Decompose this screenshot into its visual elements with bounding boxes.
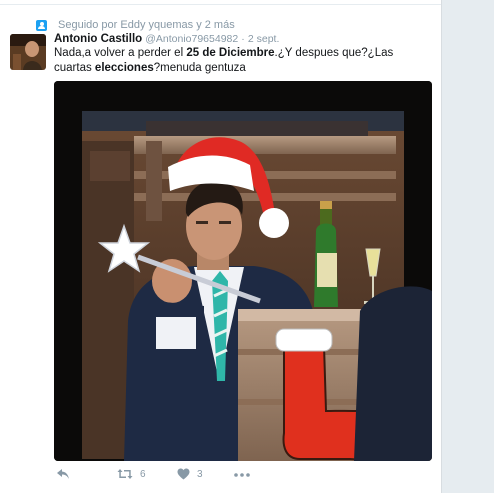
divider (0, 0, 441, 5)
author-name[interactable]: Antonio Castillo (54, 33, 142, 45)
tweet-text-part: Nada,a volver a perder el (54, 47, 187, 59)
author-handle[interactable]: @Antonio79654982 (145, 33, 238, 45)
tweet-photo[interactable] (54, 81, 432, 461)
retweet-icon (117, 468, 133, 480)
retweet-count: 6 (140, 468, 146, 480)
separator: · (241, 33, 245, 45)
heart-icon (177, 468, 190, 480)
reply-button[interactable] (56, 468, 70, 480)
tweet-text-highlight: elecciones (94, 62, 154, 74)
tweet-header: Antonio Castillo @Antonio79654982 · 2 se… (54, 33, 279, 45)
tweet-text-highlight: 25 de Diciembre (186, 47, 275, 59)
tweet-card[interactable]: Seguido por Eddy yquemas y 2 más Antonio… (0, 0, 442, 493)
like-count: 3 (197, 468, 203, 480)
tweet-text-part: ?menuda gentuza (153, 62, 246, 74)
person-icon (36, 19, 47, 31)
more-icon (234, 473, 250, 477)
tweet-text: Nada,a volver a perder el 25 de Diciembr… (54, 46, 424, 76)
social-context[interactable]: Seguido por Eddy yquemas y 2 más (36, 18, 235, 32)
reply-icon (56, 468, 70, 480)
more-button[interactable] (234, 473, 250, 477)
timestamp[interactable]: 2 sept. (248, 33, 280, 45)
social-context-text: Seguido por Eddy yquemas y 2 más (58, 19, 235, 31)
retweet-button[interactable]: 6 (117, 468, 146, 480)
avatar[interactable] (10, 34, 46, 70)
tweet-actions: 6 3 (54, 468, 434, 484)
like-button[interactable]: 3 (177, 468, 203, 480)
